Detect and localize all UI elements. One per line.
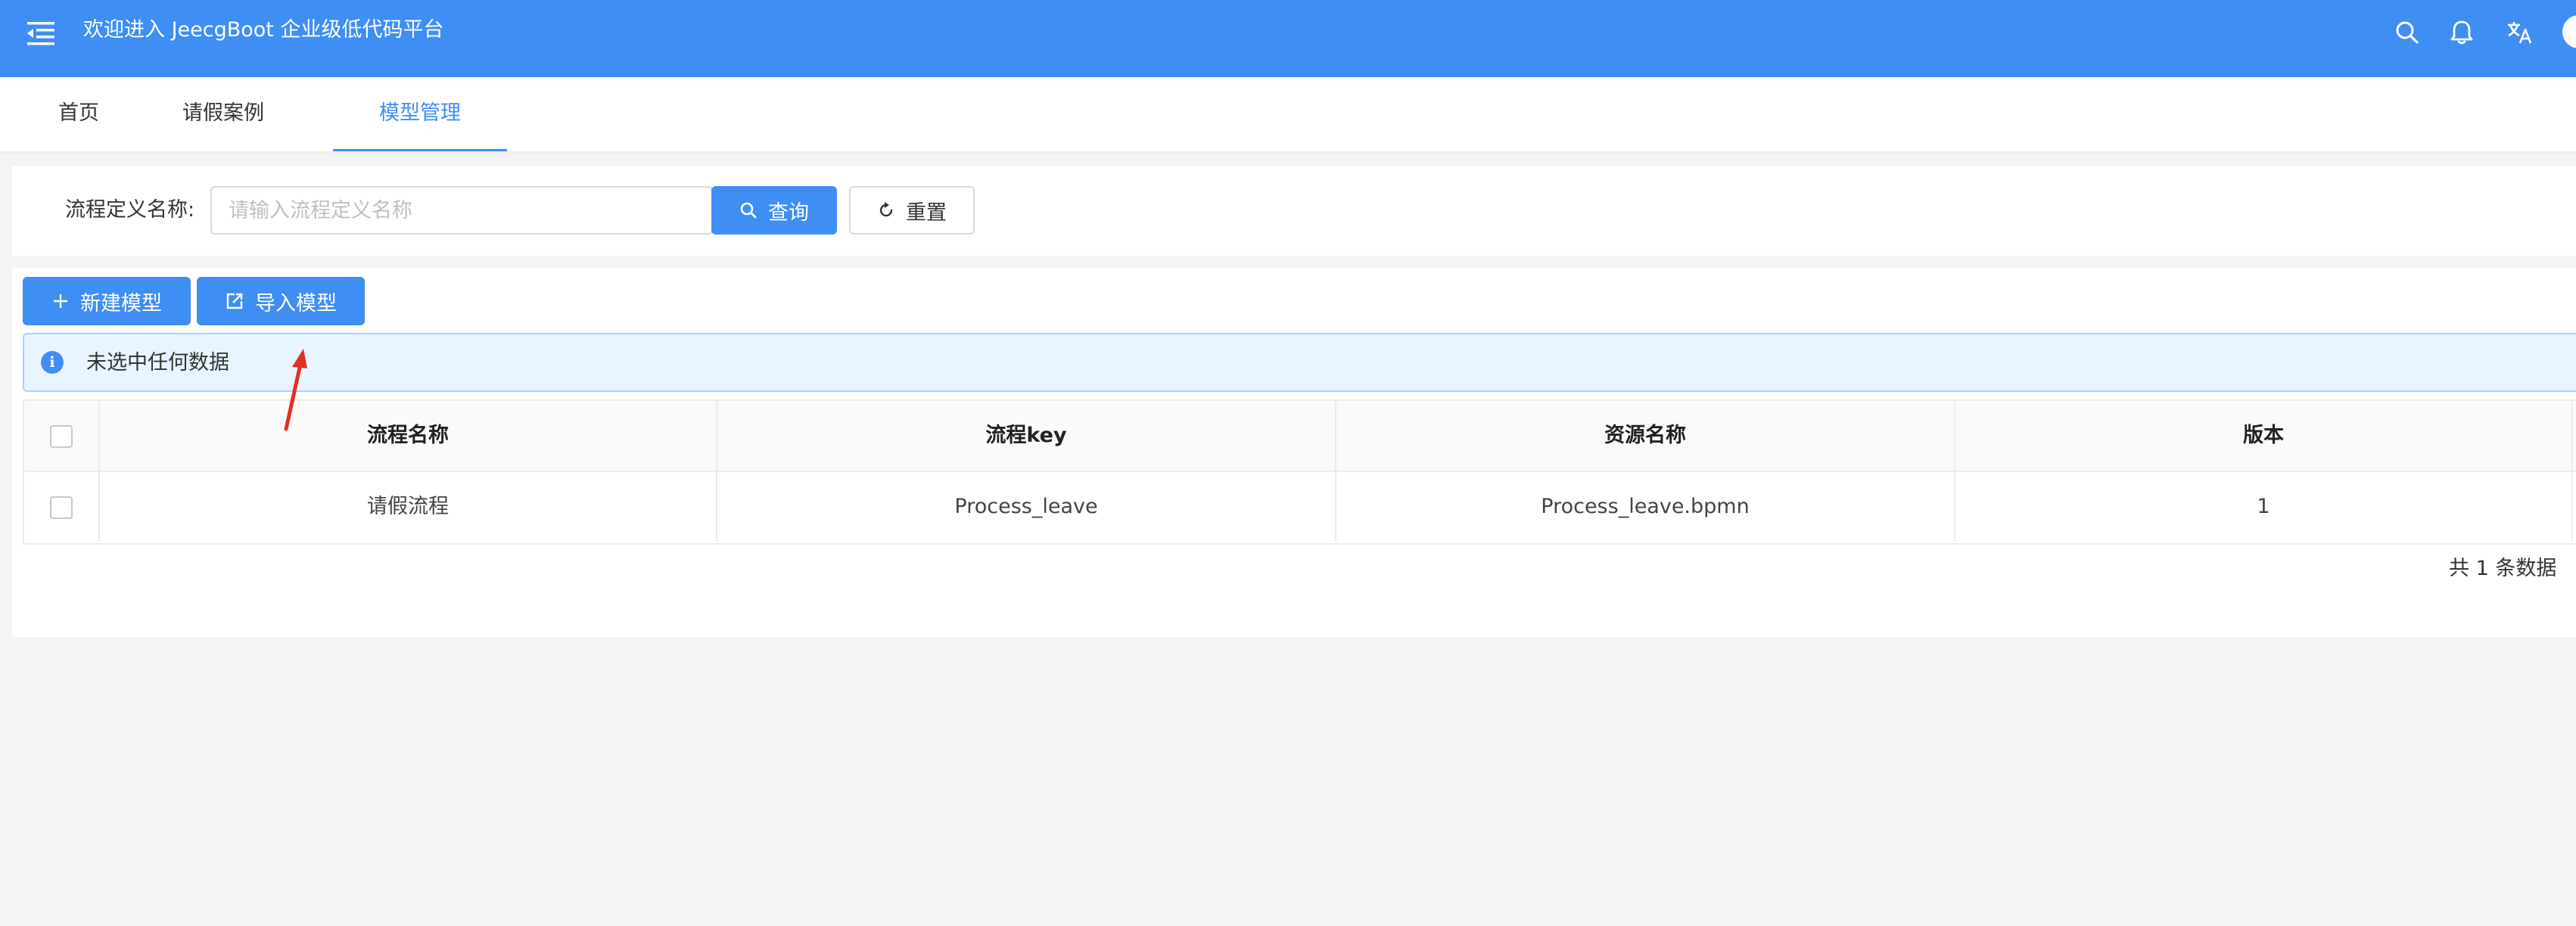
query-button-label: 查询 xyxy=(768,200,809,225)
reload-icon xyxy=(879,202,893,217)
reset-button-label: 重置 xyxy=(906,200,947,225)
column-header-resource-name[interactable]: 资源名称 xyxy=(1336,401,1955,471)
top-header: 欢迎进入 JeecgBoot 企业级低代码平台 xyxy=(0,0,2576,77)
tab-model-management[interactable]: 模型管理 xyxy=(333,77,507,151)
cell-version: 1 xyxy=(1955,472,2573,542)
cell-process-key: Process_leave xyxy=(717,472,1336,542)
tab-leave-case[interactable]: 请假案例 xyxy=(166,77,280,151)
cell-resource-name: Process_leave.bpmn xyxy=(1336,472,1955,542)
menu-fold-icon[interactable] xyxy=(23,15,59,51)
table-header-row: 流程名称 流程key 资源名称 版本 xyxy=(24,401,2576,472)
table-panel: 新建模型 导入模型 i 未选中任何数据 流程名称 流程key 资源名称 版本 请… xyxy=(12,268,2576,637)
info-icon: i xyxy=(41,351,64,374)
app-title: 欢迎进入 JeecgBoot 企业级低代码平台 xyxy=(83,18,444,42)
row-checkbox[interactable] xyxy=(50,496,73,519)
table-row[interactable]: 请假流程 Process_leave Process_leave.bpmn 1 xyxy=(24,472,2576,543)
import-model-button[interactable]: 导入模型 xyxy=(197,277,365,325)
import-model-button-label: 导入模型 xyxy=(255,291,337,315)
tab-home[interactable]: 首页 xyxy=(39,77,118,151)
import-icon xyxy=(226,293,243,309)
column-header-version[interactable]: 版本 xyxy=(1955,401,2573,471)
selection-alert: i 未选中任何数据 xyxy=(23,333,2576,392)
process-name-search-input[interactable] xyxy=(210,186,713,235)
search-label: 流程定义名称: xyxy=(65,198,195,222)
translate-icon[interactable] xyxy=(2502,15,2537,50)
annotation-arrow-icon xyxy=(284,349,307,431)
avatar[interactable] xyxy=(2562,15,2576,48)
model-table: 流程名称 流程key 资源名称 版本 请假流程 Process_leave Pr… xyxy=(23,399,2576,545)
row-select-cell xyxy=(24,472,100,542)
select-all-cell xyxy=(24,401,100,471)
bell-icon[interactable] xyxy=(2444,15,2479,50)
selection-alert-text: 未选中任何数据 xyxy=(86,351,229,374)
column-header-process-key[interactable]: 流程key xyxy=(717,401,1336,471)
plus-icon xyxy=(54,294,67,308)
new-model-button-label: 新建模型 xyxy=(80,291,162,315)
tab-bar: 首页 请假案例 模型管理 xyxy=(0,77,2576,151)
search-icon[interactable] xyxy=(2390,15,2425,50)
select-all-checkbox[interactable] xyxy=(50,424,73,448)
cell-process-name: 请假流程 xyxy=(100,472,717,542)
search-icon xyxy=(740,202,757,219)
query-button[interactable]: 查询 xyxy=(711,186,837,235)
reset-button[interactable]: 重置 xyxy=(849,186,975,235)
column-header-process-name[interactable]: 流程名称 xyxy=(100,401,717,471)
search-panel: 流程定义名称: 查询 重置 xyxy=(12,166,2576,256)
new-model-button[interactable]: 新建模型 xyxy=(23,277,191,325)
pagination-total: 共 1 条数据 xyxy=(2449,557,2557,580)
